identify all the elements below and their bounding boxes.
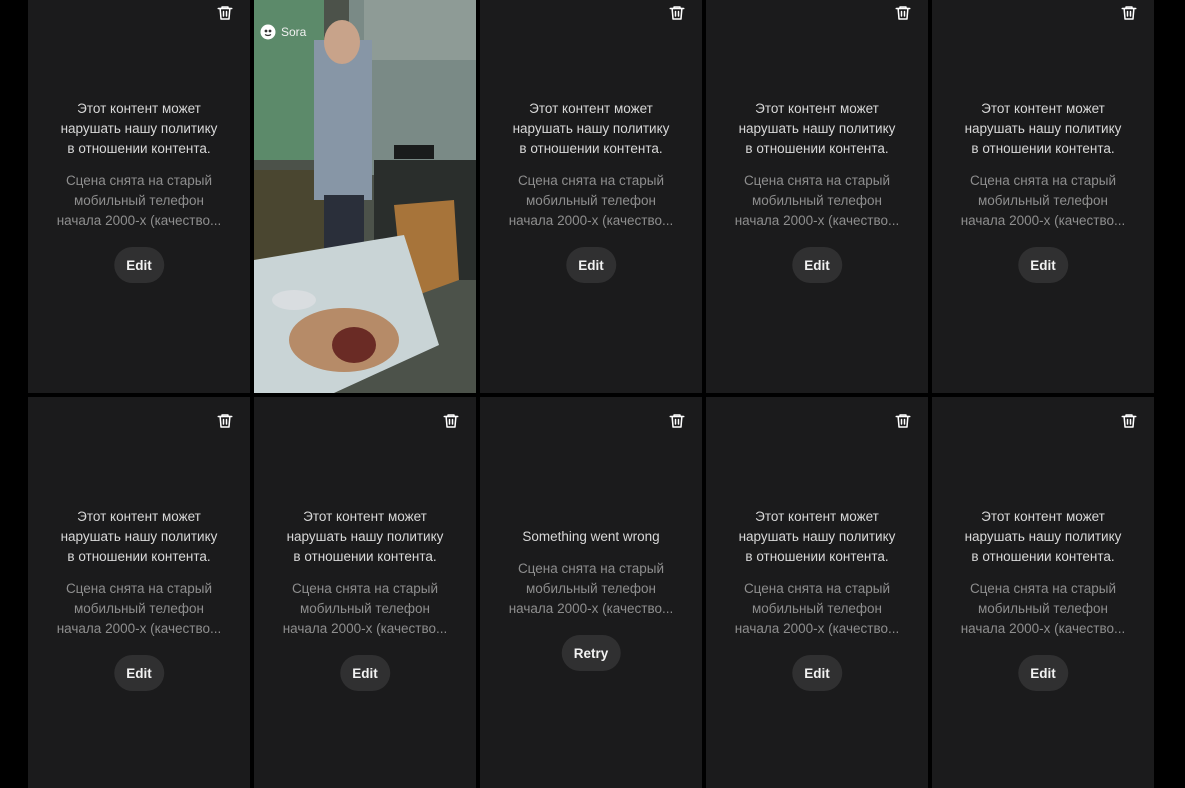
sora-badge: Sora [260, 24, 306, 40]
trash-icon[interactable] [894, 412, 912, 430]
trash-icon[interactable] [668, 412, 686, 430]
generation-card[interactable]: Этот контент может нарушать нашу политик… [28, 397, 250, 788]
edit-button[interactable]: Edit [340, 655, 390, 691]
sora-badge-label: Sora [281, 25, 307, 39]
policy-message: Этот контент может нарушать нашу политик… [60, 509, 218, 564]
trash-icon[interactable] [894, 4, 912, 22]
edit-button[interactable]: Edit [114, 655, 164, 691]
generation-card[interactable]: Этот контент может нарушать нашу политик… [28, 0, 250, 393]
policy-message: Этот контент может нарушать нашу политик… [964, 101, 1122, 156]
prompt-preview: Сцена снята на старый мобильный телефон … [734, 173, 900, 228]
generation-card[interactable]: Этот контент может нарушать нашу политик… [932, 397, 1154, 788]
prompt-preview: Сцена снята на старый мобильный телефон … [56, 581, 222, 636]
policy-message: Этот контент может нарушать нашу политик… [964, 509, 1122, 564]
retry-button[interactable]: Retry [561, 635, 621, 671]
generation-card[interactable]: Этот контент может нарушать нашу политик… [480, 0, 702, 393]
policy-message: Этот контент может нарушать нашу политик… [738, 101, 896, 156]
sora-logo-icon [260, 24, 276, 40]
generation-card[interactable]: Этот контент может нарушать нашу политик… [932, 0, 1154, 393]
edit-button[interactable]: Edit [1018, 655, 1068, 691]
error-card[interactable]: Something went wrong Сцена снята на стар… [480, 397, 702, 788]
video-thumbnail-card[interactable]: Sora [254, 0, 476, 393]
prompt-preview: Сцена снята на старый мобильный телефон … [960, 581, 1126, 636]
trash-icon[interactable] [668, 4, 686, 22]
trash-icon[interactable] [216, 4, 234, 22]
trash-icon[interactable] [1120, 4, 1138, 22]
prompt-preview: Сцена снята на старый мобильный телефон … [508, 173, 674, 228]
prompt-preview: Сцена снята на старый мобильный телефон … [282, 581, 448, 636]
generation-card[interactable]: Этот контент может нарушать нашу политик… [254, 397, 476, 788]
error-message: Something went wrong [522, 529, 660, 544]
policy-message: Этот контент может нарушать нашу политик… [738, 509, 896, 564]
trash-icon[interactable] [442, 412, 460, 430]
prompt-preview: Сцена снята на старый мобильный телефон … [960, 173, 1126, 228]
edit-button[interactable]: Edit [1018, 247, 1068, 283]
generation-card[interactable]: Этот контент может нарушать нашу политик… [706, 0, 928, 393]
policy-message: Этот контент может нарушать нашу политик… [60, 101, 218, 156]
video-thumbnail [254, 0, 476, 393]
edit-button[interactable]: Edit [792, 655, 842, 691]
prompt-preview: Сцена снята на старый мобильный телефон … [734, 581, 900, 636]
policy-message: Этот контент может нарушать нашу политик… [286, 509, 444, 564]
trash-icon[interactable] [216, 412, 234, 430]
edit-button[interactable]: Edit [792, 247, 842, 283]
policy-message: Этот контент может нарушать нашу политик… [512, 101, 670, 156]
prompt-preview: Сцена снята на старый мобильный телефон … [508, 561, 674, 616]
prompt-preview: Сцена снята на старый мобильный телефон … [56, 173, 222, 228]
edit-button[interactable]: Edit [114, 247, 164, 283]
trash-icon[interactable] [1120, 412, 1138, 430]
edit-button[interactable]: Edit [566, 247, 616, 283]
generation-card[interactable]: Этот контент может нарушать нашу политик… [706, 397, 928, 788]
